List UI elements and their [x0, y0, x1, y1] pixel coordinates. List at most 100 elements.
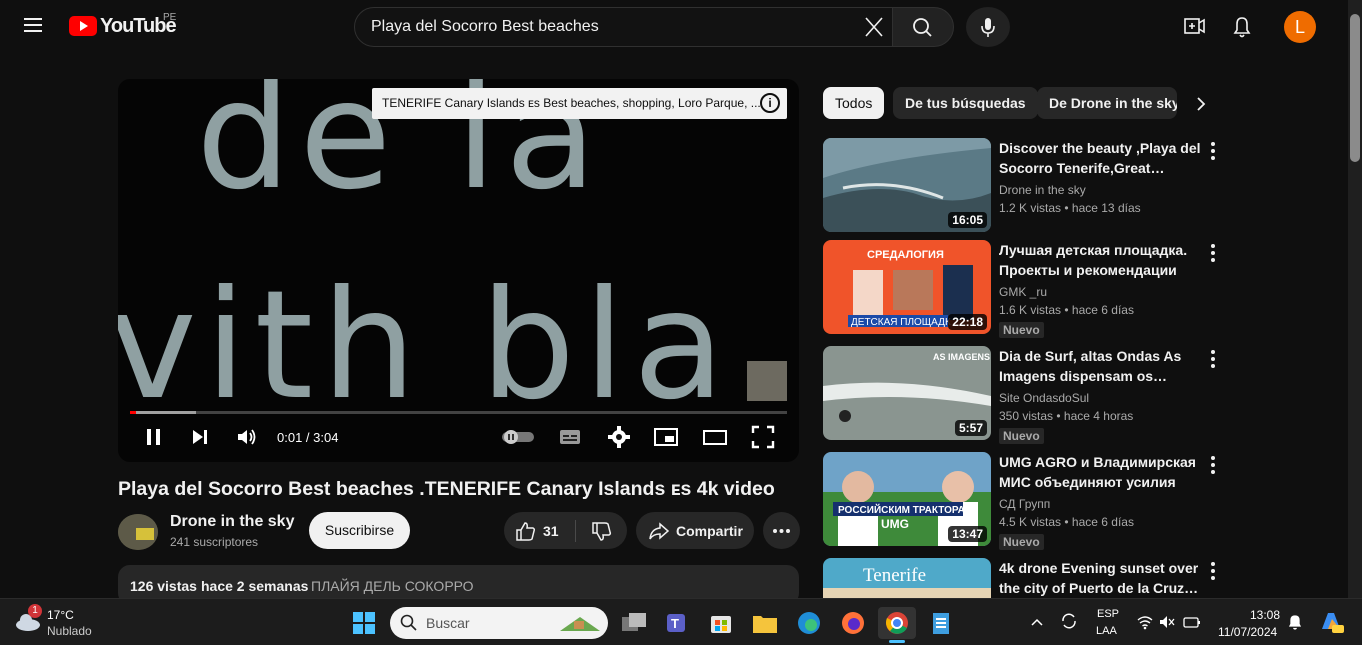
info-card-text: TENERIFE Canary Islands ᴇs Best beaches,… [382, 96, 761, 110]
video-thumbnail[interactable]: РОССИЙСКИМ ТРАКТОРАМ UMG 13:47 [823, 452, 991, 546]
chip-de-tus-busquedas[interactable]: De tus búsquedas [893, 87, 1038, 119]
progress-bar[interactable] [130, 411, 787, 414]
svg-text:T: T [671, 616, 679, 631]
video-thumbnail[interactable]: Tenerife [823, 558, 991, 598]
chip-de-drone-in-the-sky[interactable]: De Drone in the sky [1037, 87, 1177, 119]
weather-temp[interactable]: 17°C [47, 608, 74, 622]
info-card-teaser[interactable]: TENERIFE Canary Islands ᴇs Best beaches,… [372, 88, 787, 119]
more-options-icon[interactable] [1210, 350, 1216, 368]
copilot-icon[interactable] [1318, 609, 1344, 635]
taskbar-search-input[interactable]: Buscar [390, 607, 608, 639]
notepad-icon[interactable] [925, 607, 957, 639]
more-options-icon[interactable] [1210, 244, 1216, 262]
recommendation-item[interactable]: 16:05 Discover the beauty ,Playa del Soc… [823, 138, 1223, 234]
recommendation-item[interactable]: СРЕДАЛОГИЯ ДЕТСКАЯ ПЛОЩАДК 22:18 Лучшая … [823, 240, 1223, 338]
subscribe-button[interactable]: Suscribirse [309, 512, 410, 549]
video-tag[interactable]: ПЛАЙЯ ДЕЛЬ СОКОРРО [311, 578, 474, 594]
notifications-bell-icon[interactable] [1222, 7, 1262, 47]
channel-name[interactable]: Drone in the sky [170, 513, 294, 531]
user-avatar[interactable]: L [1284, 11, 1316, 43]
video-player[interactable]: de la vith bla TENERIFE Canary Islands ᴇ… [118, 79, 799, 462]
search-input[interactable]: Playa del Socorro Best beaches [354, 7, 894, 47]
info-icon[interactable]: i [760, 93, 780, 113]
chip-todos[interactable]: Todos [823, 87, 885, 119]
subtitles-icon[interactable] [558, 425, 582, 449]
recommendation-views: 1.6 K vistas [999, 303, 1062, 317]
youtube-logo-icon[interactable] [69, 16, 97, 36]
clock-time[interactable]: 13:08 [1250, 608, 1280, 622]
chips-next-chevron-icon[interactable] [1188, 92, 1212, 116]
video-title: Playa del Socorro Best beaches .TENERIFE… [118, 478, 775, 500]
chrome-icon[interactable] [878, 607, 916, 639]
share-button[interactable]: Compartir [636, 512, 754, 549]
clear-search-icon[interactable] [860, 16, 886, 38]
recommendation-title[interactable]: Discover the beauty ,Playa del Socorro T… [999, 138, 1204, 178]
recommendation-title[interactable]: UMG AGRO и Владимирская МИС объединяют у… [999, 452, 1204, 492]
menu-icon[interactable] [24, 18, 42, 32]
windows-start-icon[interactable] [348, 607, 380, 639]
miniplayer-icon[interactable] [654, 425, 678, 449]
more-options-icon[interactable] [1210, 142, 1216, 160]
recommendation-channel[interactable]: Drone in the sky [999, 183, 1086, 197]
recommendation-meta: 350 vistas • hace 4 horas [999, 409, 1134, 423]
sync-icon[interactable] [1059, 611, 1079, 631]
recommendation-channel[interactable]: Site OndasdoSul [999, 391, 1089, 405]
language-code[interactable]: ESP [1097, 608, 1119, 620]
channel-avatar[interactable] [118, 514, 158, 550]
recommendation-channel[interactable]: СД Групп [999, 497, 1050, 511]
search-button[interactable] [892, 7, 954, 47]
time-display: 0:01 / 3:04 [277, 430, 339, 445]
recommendation-item[interactable]: Tenerife 4k drone Evening sunset over th… [823, 558, 1223, 598]
video-thumbnail[interactable]: AS IMAGENS 5:57 [823, 346, 991, 440]
create-video-icon[interactable] [1174, 7, 1214, 47]
settings-gear-icon[interactable] [607, 425, 631, 449]
more-actions-button[interactable] [763, 512, 800, 549]
upload-age: hace 2 semanas [201, 578, 309, 594]
notification-bell-icon[interactable] [1286, 613, 1304, 631]
page-scrollbar[interactable] [1348, 0, 1362, 598]
duration-badge: 13:47 [948, 526, 987, 542]
like-icon[interactable] [514, 520, 536, 542]
search-highlight-icon [560, 617, 600, 631]
dislike-icon[interactable] [590, 520, 612, 542]
recommendation-title[interactable]: 4k drone Evening sunset over the city of… [999, 558, 1204, 598]
more-options-icon[interactable] [1210, 456, 1216, 474]
recommendation-item[interactable]: AS IMAGENS 5:57 Dia de Surf, altas Ondas… [823, 346, 1223, 444]
recommendation-age: hace 6 días [1071, 303, 1134, 317]
recommendation-title[interactable]: Лучшая детская площадка. Проекты и реком… [999, 240, 1204, 280]
teams-icon[interactable]: T [661, 607, 693, 639]
next-video-icon[interactable] [188, 425, 212, 449]
theater-mode-icon[interactable] [703, 425, 727, 449]
clock-date[interactable]: 11/07/2024 [1218, 625, 1277, 639]
video-thumbnail[interactable]: СРЕДАЛОГИЯ ДЕТСКАЯ ПЛОЩАДК 22:18 [823, 240, 991, 334]
recommendation-item[interactable]: РОССИЙСКИМ ТРАКТОРАМ UMG 13:47 UMG AGRO … [823, 452, 1223, 550]
wifi-icon[interactable] [1136, 613, 1154, 631]
thumb-text: ДЕТСКАЯ ПЛОЩАДК [851, 317, 951, 328]
more-options-icon[interactable] [1210, 562, 1216, 580]
volume-muted-icon[interactable] [1158, 613, 1176, 631]
task-view-icon[interactable] [618, 607, 650, 639]
thumb-text: UMG [881, 517, 909, 531]
recommendation-age: hace 4 horas [1063, 409, 1134, 423]
edge-icon[interactable] [793, 607, 825, 639]
microsoft-store-icon[interactable] [705, 607, 737, 639]
battery-icon[interactable] [1182, 613, 1202, 631]
subscriber-count: 241 suscriptores [170, 535, 259, 549]
pause-icon[interactable] [142, 425, 166, 449]
search-value: Playa del Socorro Best beaches [371, 18, 599, 35]
recommendation-title[interactable]: Dia de Surf, altas Ondas As Imagens disp… [999, 346, 1204, 386]
scrollbar-thumb[interactable] [1350, 14, 1360, 162]
duration-badge: 22:18 [948, 314, 987, 330]
fullscreen-icon[interactable] [751, 425, 775, 449]
video-thumbnail[interactable]: 16:05 [823, 138, 991, 232]
voice-search-button[interactable] [966, 7, 1010, 47]
firefox-icon[interactable] [837, 607, 869, 639]
autoplay-toggle[interactable] [501, 425, 535, 449]
keyboard-layout[interactable]: LAA [1096, 625, 1117, 637]
file-explorer-icon[interactable] [749, 607, 781, 639]
tray-chevron-up-icon[interactable] [1028, 613, 1046, 631]
endscreen-thumbnail[interactable] [747, 361, 787, 401]
recommendation-channel[interactable]: GMK _ru [999, 285, 1047, 299]
share-label: Compartir [676, 523, 743, 539]
volume-icon[interactable] [235, 425, 259, 449]
